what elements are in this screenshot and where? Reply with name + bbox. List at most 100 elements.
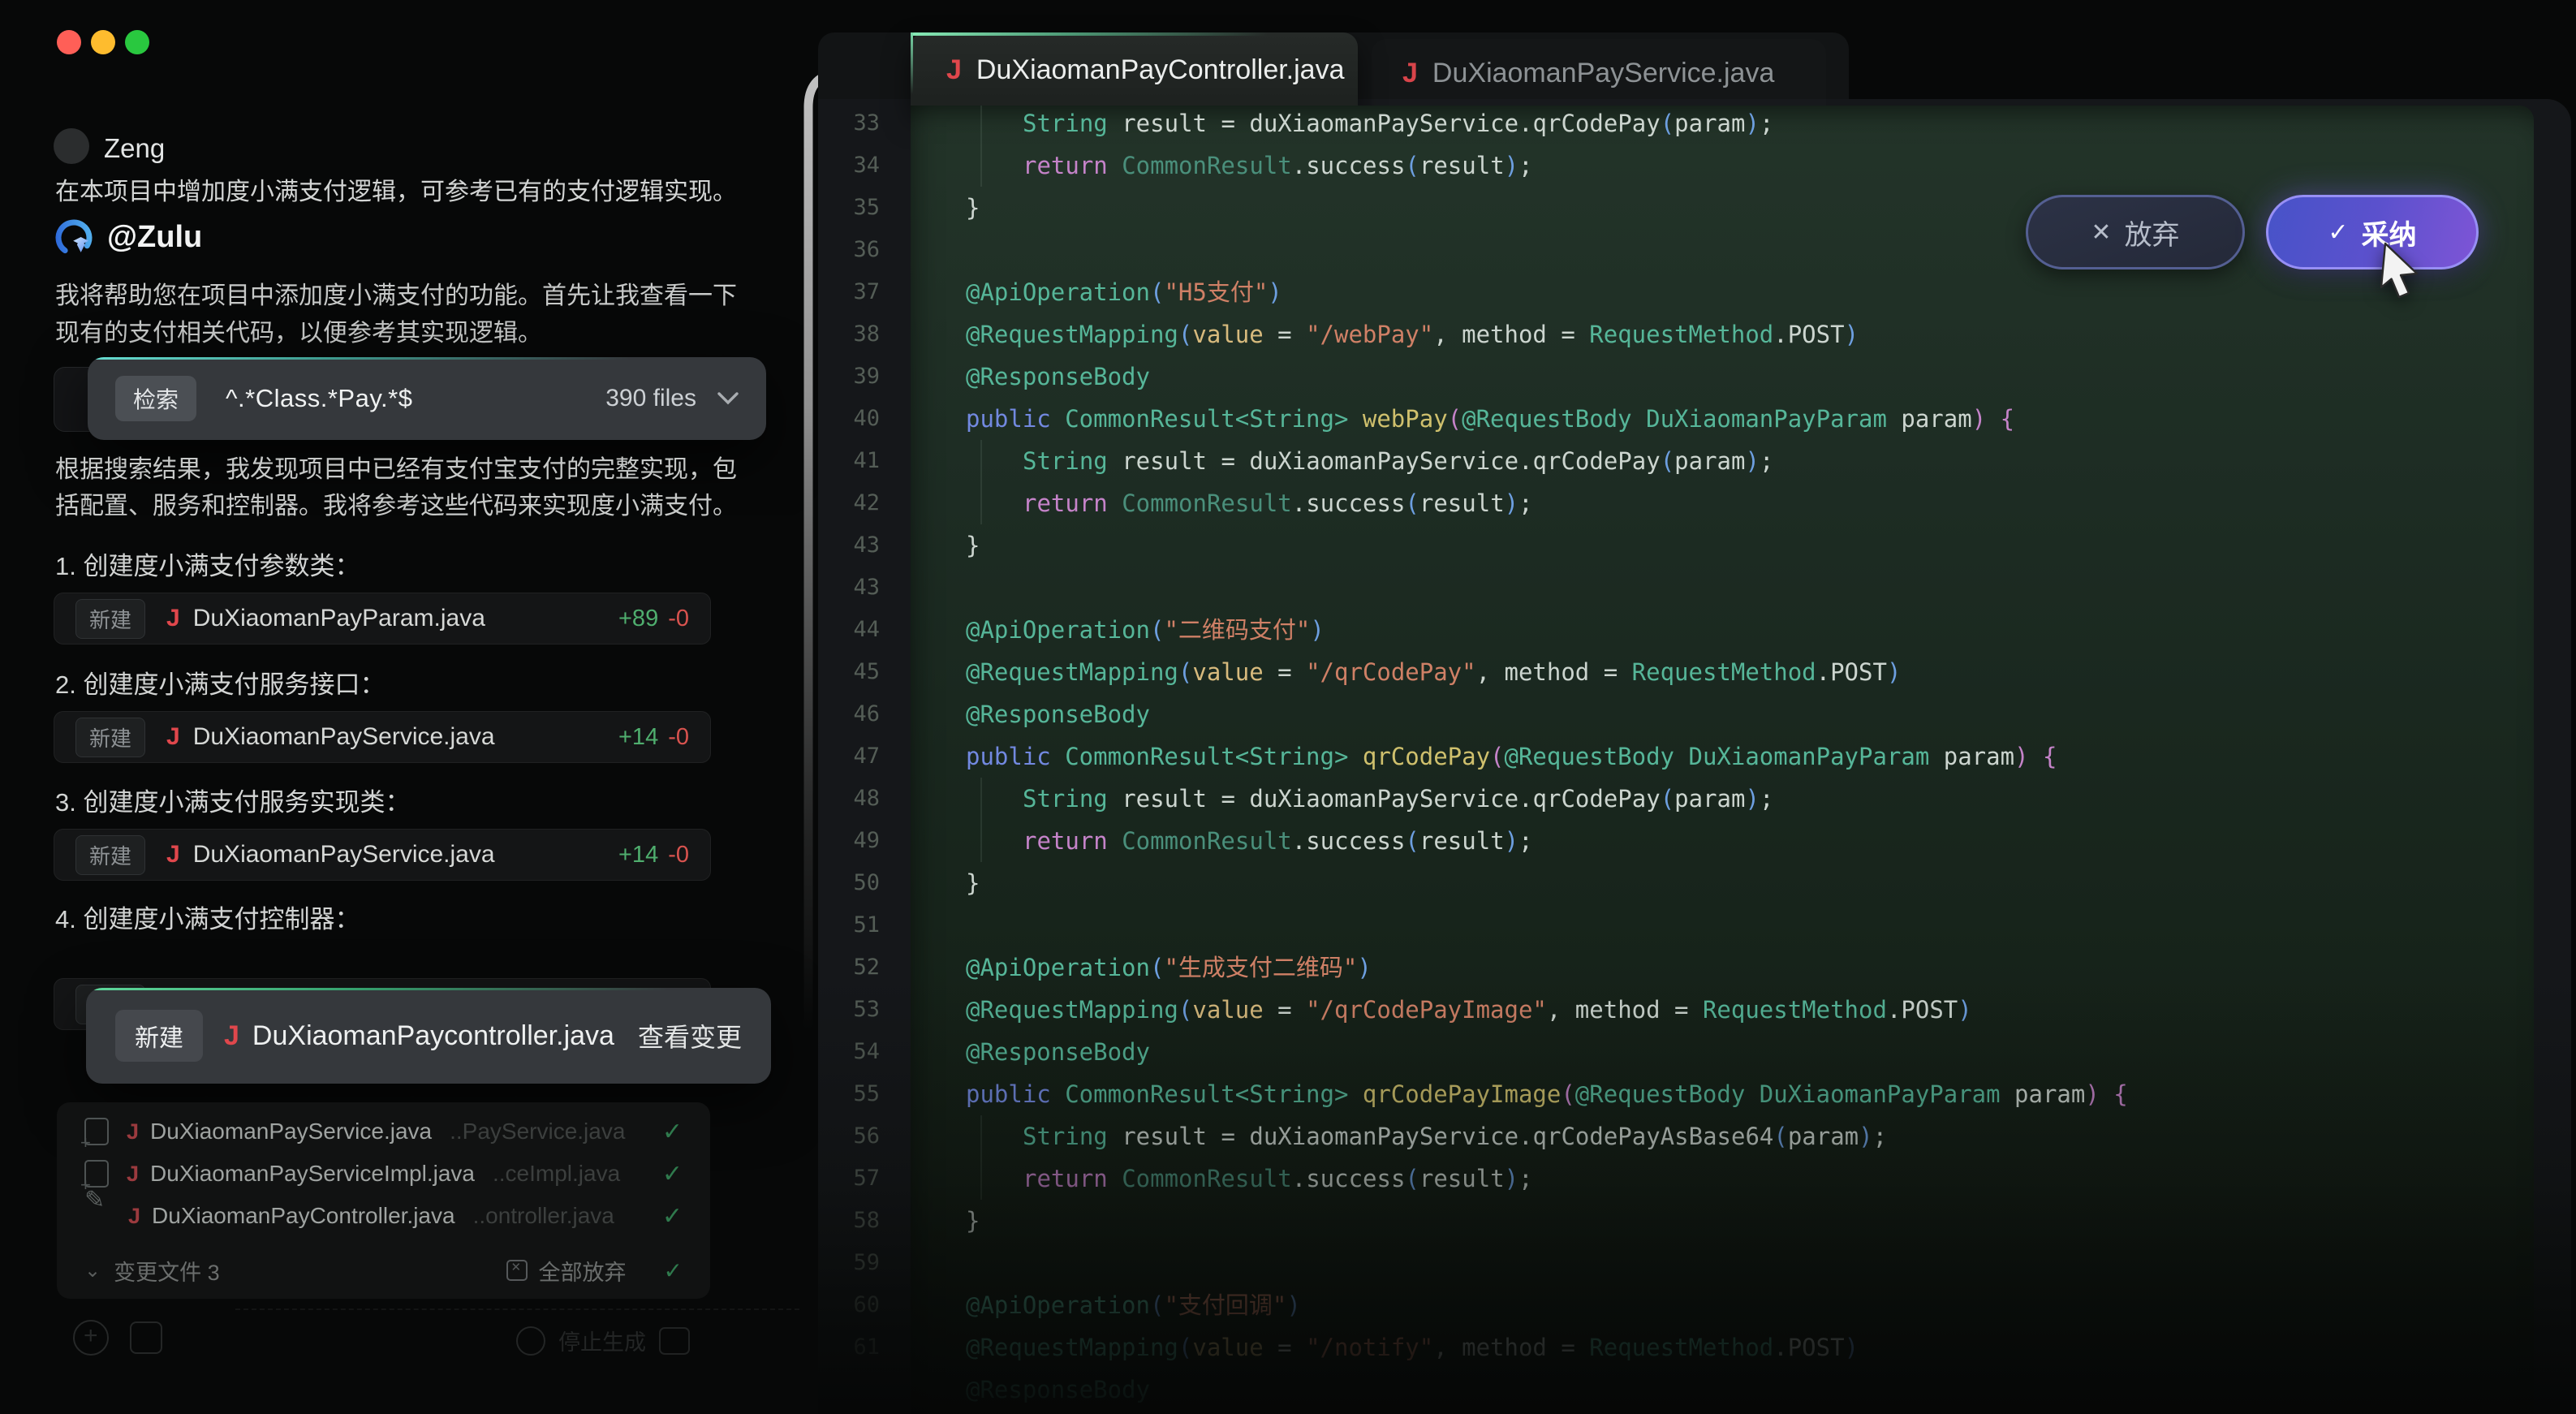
code-line[interactable]: @RequestMapping(value = "/qrCodePayImage… — [911, 989, 2534, 1031]
java-file-icon: J — [127, 1119, 139, 1145]
file-edit-icon — [84, 1202, 110, 1230]
accept-all-check-icon[interactable]: ✓ — [664, 1257, 683, 1284]
tab-label: DuXiaomanPayController.java — [976, 54, 1345, 86]
file-name-ghost: ..ceImpl.java — [493, 1161, 620, 1187]
changed-files-toggle[interactable]: 变更文件 3 — [114, 1255, 220, 1287]
tab-label: DuXiaomanPayService.java — [1432, 58, 1774, 89]
lines-removed: -0 — [668, 724, 689, 750]
code-line[interactable] — [911, 904, 2534, 946]
code-line[interactable]: return CommonResult.success(result); — [911, 820, 2534, 862]
discard-all-button[interactable]: 全部放弃 — [506, 1255, 627, 1287]
avatar — [54, 128, 89, 164]
line-number: 45 — [818, 651, 880, 693]
accept-check-icon[interactable]: ✓ — [662, 1118, 683, 1146]
discard-button[interactable]: ✕ 放弃 — [2026, 195, 2245, 269]
lines-removed: -0 — [668, 842, 689, 868]
code-line[interactable]: String result = duXiaomanPayService.qrCo… — [911, 440, 2534, 482]
stop-generation-hint[interactable]: 停止生成 — [516, 1325, 690, 1356]
line-number: 39 — [818, 356, 880, 398]
search-result-popup[interactable]: 检索 ^.*Class.*Pay.*$ 390 files — [88, 357, 766, 440]
line-number: 54 — [818, 1031, 880, 1073]
code-line[interactable]: @ResponseBody — [911, 693, 2534, 735]
code-line[interactable]: @ResponseBody — [911, 1369, 2534, 1411]
controller-file-popup[interactable]: 新建 J DuXiaomanPaycontroller.java 查看变更 — [86, 988, 771, 1084]
code-line[interactable]: public CommonResult<String> qrCodePayIma… — [911, 1073, 2534, 1115]
file-change-card[interactable]: 新建 J DuXiaomanPayParam.java +89-0 — [54, 593, 711, 644]
code-line[interactable]: } — [911, 862, 2534, 904]
code-line[interactable]: public CommonResult<String> qrCodePay(@R… — [911, 735, 2534, 778]
assistant-mention: @Zulu — [107, 220, 202, 255]
assistant-intro: 我将帮助您在项目中添加度小满支付的功能。首先让我查看一下现有的支付相关代码，以便… — [55, 278, 750, 352]
code-line[interactable]: return CommonResult.success(result); — [911, 144, 2534, 187]
code-line[interactable]: String result = duXiaomanPayService.qrCo… — [911, 778, 2534, 820]
file-name-ghost: ..PayService.java — [450, 1119, 625, 1145]
code-line[interactable]: @ApiOperation("支付回调") — [911, 1284, 2534, 1326]
file-name: DuXiaomanPayService.java — [193, 723, 495, 751]
code-line[interactable]: return CommonResult.success(result); — [911, 482, 2534, 524]
code-line[interactable]: String result = duXiaomanPayService.qrCo… — [911, 106, 2534, 144]
code-line[interactable]: public CommonResult<String> webPay(@Requ… — [911, 398, 2534, 440]
collapse-icon[interactable]: ⌄ — [84, 1259, 101, 1283]
code-line[interactable]: @RequestMapping(value = "/webPay", metho… — [911, 313, 2534, 356]
step-title: 2. 创建度小满支付服务接口： — [55, 664, 385, 701]
file-name: DuXiaomanPayService.java — [193, 841, 495, 869]
changed-file-row[interactable]: J DuXiaomanPayService.java ..PayService.… — [84, 1110, 683, 1153]
accept-button[interactable]: ✓ 采纳 — [2266, 195, 2479, 269]
code-line[interactable]: @ApiOperation("生成支付二维码") — [911, 946, 2534, 989]
code-editor[interactable]: String result = duXiaomanPayService.qrCo… — [911, 106, 2534, 1414]
line-number: 57 — [818, 1157, 880, 1200]
chevron-down-icon[interactable] — [717, 392, 739, 405]
code-line[interactable]: @ApiOperation("H5支付") — [911, 271, 2534, 313]
lines-added: +89 — [618, 606, 658, 632]
image-attachment-icon[interactable] — [130, 1321, 162, 1354]
lines-removed: -0 — [668, 606, 689, 632]
code-line[interactable]: @ResponseBody — [911, 356, 2534, 398]
popup-file-name: DuXiaomanPaycontroller.java — [252, 1020, 614, 1052]
search-result-count: 390 files — [605, 385, 696, 412]
file-change-card[interactable]: 新建 J DuXiaomanPayService.java +14-0 — [54, 711, 711, 763]
tab-service-file[interactable]: J DuXiaomanPayService.java — [1372, 39, 1826, 107]
accept-check-icon[interactable]: ✓ — [662, 1160, 683, 1188]
changed-file-row[interactable]: J DuXiaomanPayController.java ..ontrolle… — [84, 1195, 683, 1237]
line-number: 46 — [818, 693, 880, 735]
search-badge: 检索 — [115, 376, 196, 421]
accept-check-icon[interactable]: ✓ — [662, 1202, 683, 1231]
code-line[interactable]: } — [911, 524, 2534, 567]
changed-file-row[interactable]: J DuXiaomanPayServiceImpl.java ..ceImpl.… — [84, 1153, 683, 1195]
code-line[interactable]: @ApiOperation("二维码支付") — [911, 609, 2534, 651]
file-add-icon — [84, 1160, 109, 1188]
line-number: 58 — [818, 1200, 880, 1242]
add-attachment-icon[interactable] — [73, 1320, 109, 1356]
code-line[interactable]: @ResponseBody — [911, 1031, 2534, 1073]
code-line[interactable]: return CommonResult.success(result); — [911, 1157, 2534, 1200]
divider — [235, 1308, 799, 1310]
java-file-icon: J — [946, 54, 962, 86]
line-number: 47 — [818, 735, 880, 778]
step-title: 4. 创建度小满支付控制器： — [55, 899, 360, 935]
line-number: 43 — [818, 524, 880, 567]
file-name: DuXiaomanPayServiceImpl.java — [150, 1161, 475, 1187]
line-number: 52 — [818, 946, 880, 989]
line-number-gutter: 3334353637383940414243434445464748495051… — [818, 106, 893, 1414]
line-number: 42 — [818, 482, 880, 524]
tab-controller-file[interactable]: J DuXiaomanPayController.java — [911, 32, 1358, 107]
line-number: 60 — [818, 1284, 880, 1326]
code-line[interactable] — [911, 567, 2534, 609]
java-file-icon: J — [166, 841, 180, 869]
close-icon: ✕ — [2091, 218, 2111, 247]
file-name: DuXiaomanPayParam.java — [193, 605, 485, 632]
view-changes-link[interactable]: 查看变更 — [638, 1017, 742, 1054]
java-file-icon: J — [166, 605, 180, 632]
java-file-icon: J — [1402, 58, 1418, 89]
code-line[interactable]: @RequestMapping(value = "/qrCodePay", me… — [911, 651, 2534, 693]
code-line[interactable]: } — [911, 1200, 2534, 1242]
code-line[interactable]: @RequestMapping(value = "/notify", metho… — [911, 1326, 2534, 1369]
line-number: 59 — [818, 1242, 880, 1284]
chat-panel: Zeng 在本项目中增加度小满支付逻辑，可参考已有的支付逻辑实现。 @Zulu … — [0, 0, 818, 1414]
file-change-card[interactable]: 新建 J DuXiaomanPayService.java +14-0 — [54, 829, 711, 881]
line-number: 51 — [818, 904, 880, 946]
lines-added: +14 — [618, 842, 658, 868]
code-line[interactable]: String result = duXiaomanPayService.qrCo… — [911, 1115, 2534, 1157]
code-line[interactable] — [911, 1242, 2534, 1284]
stop-circle-icon — [516, 1326, 545, 1356]
